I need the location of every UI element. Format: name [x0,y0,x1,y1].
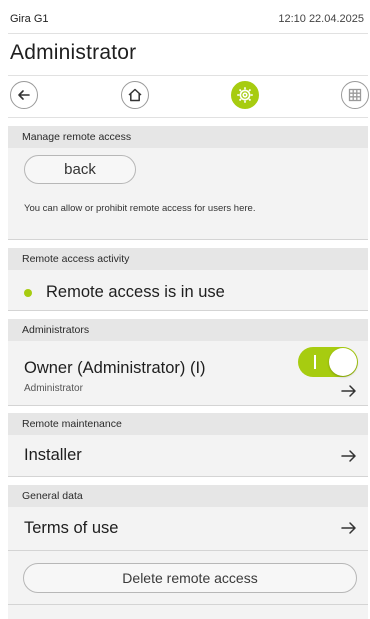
toggle-on-marker [314,355,316,369]
divider [8,75,368,76]
section-header-activity: Remote access activity [8,248,368,270]
back-button[interactable]: back [24,155,136,184]
arrow-right-icon[interactable] [341,384,357,398]
status-bar: Gira G1 12:10 22.04.2025 [0,0,370,34]
arrow-right-icon[interactable] [341,449,357,463]
arrow-right-icon[interactable] [341,521,357,535]
grid-icon [348,88,362,102]
home-icon [128,88,142,102]
toggle-knob [329,348,357,376]
remote-access-toggle[interactable] [298,347,358,377]
admin-name: Owner (Administrator) (I) [24,359,206,377]
divider [8,117,368,118]
terms-of-use-label[interactable]: Terms of use [24,519,118,538]
section-header-general: General data [8,485,368,507]
back-nav-button[interactable] [10,81,38,109]
nav-bar [0,78,370,118]
remote-access-hint: You can allow or prohibit remote access … [24,203,256,214]
section-header-administrators: Administrators [8,319,368,341]
divider [8,405,368,406]
divider [8,33,368,34]
divider [8,310,368,311]
section-header-maintenance: Remote maintenance [8,413,368,435]
divider [8,239,368,240]
divider [8,476,368,477]
status-dot-icon [24,289,32,297]
grid-nav-button[interactable] [341,81,369,109]
home-nav-button[interactable] [121,81,149,109]
arrow-left-icon [18,90,30,100]
gear-icon [237,87,253,103]
section-header-manage-remote: Manage remote access [8,126,368,148]
remote-access-status: Remote access is in use [46,283,225,301]
divider [8,604,368,605]
divider [8,550,368,551]
delete-remote-access-button[interactable]: Delete remote access [23,563,357,593]
installer-label: Installer [24,446,82,464]
admin-role: Administrator [24,383,83,394]
settings-nav-button[interactable] [231,81,259,109]
page-title: Administrator [10,41,137,64]
clock: 12:10 22.04.2025 [278,13,364,25]
device-name: Gira G1 [10,13,49,25]
